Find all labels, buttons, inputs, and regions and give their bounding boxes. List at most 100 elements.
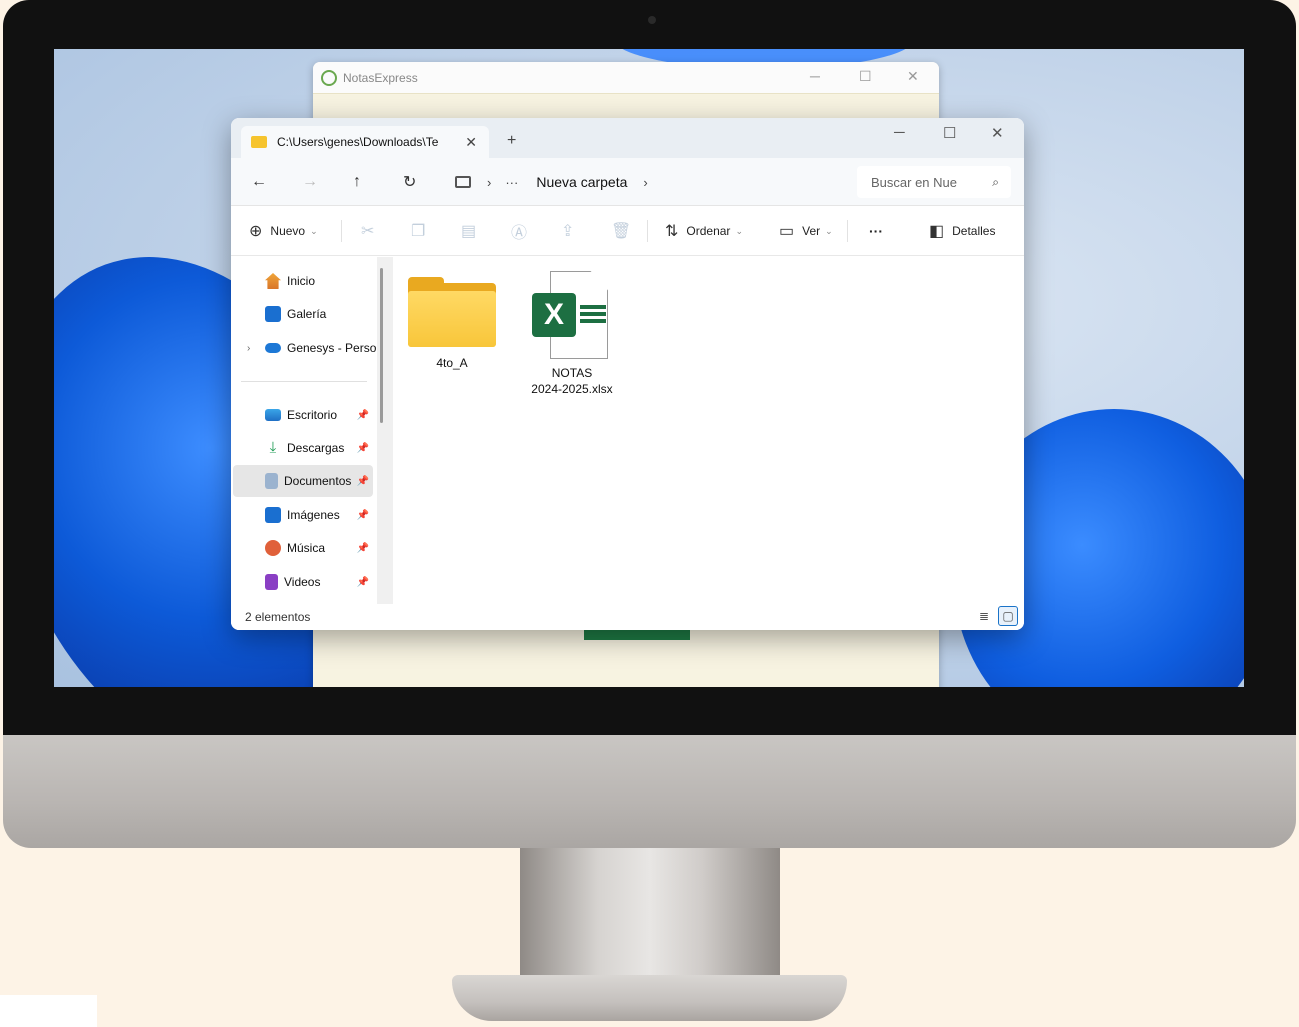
up-arrow-icon[interactable]: ↑ [353,173,361,191]
chevron-down-icon: ⌄ [310,225,318,236]
sidebar-item-label: Genesys - Persor [287,341,381,355]
details-label: Detalles [952,224,996,238]
pin-icon[interactable]: 📌 [357,476,369,487]
pin-icon[interactable]: 📌 [357,410,369,421]
downloads-icon: ⤓ [269,439,277,456]
close-icon[interactable]: ✕ [991,124,1004,142]
chevron-down-icon: ⌄ [825,225,833,236]
sidebar-item-videos[interactable]: Videos 📌 [233,566,373,598]
copy-icon: ❐ [411,223,426,240]
large-icons-view-icon[interactable]: ▢ [998,606,1018,626]
maximize-icon[interactable]: ☐ [859,68,872,85]
paste-button[interactable]: ▤ [461,206,484,256]
sort-button[interactable]: ⇅ Ordenar ⌄ [665,206,743,256]
desktop-screen: NotasExpress ─ ☐ ✕ C:\Users\genes\Downlo… [54,49,1244,687]
share-button[interactable]: ⇪ [561,206,582,256]
breadcrumb[interactable]: › ··· Nueva carpeta › [443,166,851,198]
explorer-tab[interactable]: C:\Users\genes\Downloads\Te ✕ [241,126,489,158]
sidebar-item-galeria[interactable]: Galería [233,298,373,330]
excel-file-item[interactable]: X NOTAS 2024-2025.xlsx [524,271,620,397]
pin-icon[interactable]: 📌 [357,577,369,588]
rename-icon: Ⓐ [511,225,528,242]
new-tab-button[interactable]: + [507,132,516,150]
sidebar-item-descargas[interactable]: ⤓ Descargas 📌 [233,432,373,464]
sidebar-scrollbar[interactable] [380,268,383,423]
details-button[interactable]: ◧ Detalles [929,206,995,256]
delete-button[interactable]: 🗑 [611,206,639,256]
sidebar-item-label: Galería [287,307,327,321]
chevron-right-icon[interactable]: › [643,175,647,190]
sidebar-item-onedrive[interactable]: › Genesys - Persor [233,332,383,364]
folder-icon [251,136,267,148]
cut-button[interactable]: ✂ [361,206,382,256]
sidebar-item-label: Escritorio [287,408,338,422]
documents-icon [265,473,278,489]
toolbar-divider [341,220,342,242]
close-tab-icon[interactable]: ✕ [465,134,477,151]
sidebar-item-musica[interactable]: Música 📌 [233,532,373,564]
sidebar-item-imagenes[interactable]: Imágenes 📌 [233,499,373,531]
view-button[interactable]: ▭ Ver ⌄ [779,206,833,256]
toolbar-divider [647,220,648,242]
monitor-stand-base [452,975,847,1021]
file-explorer-window: C:\Users\genes\Downloads\Te ✕ + ─ ☐ ✕ ← … [231,118,1024,630]
search-input[interactable]: Buscar en Nue ⌕ [857,166,1011,198]
new-button[interactable]: ⊕ Nuevo ⌄ [249,206,318,256]
toolbar-divider [847,220,848,242]
sidebar-item-documentos[interactable]: Documentos 📌 [233,465,373,497]
folder-item[interactable]: 4to_A [404,277,500,371]
rename-button[interactable]: Ⓐ [511,206,535,256]
sidebar-item-label: Descargas [287,441,345,455]
videos-icon [265,574,278,590]
sort-label: Ordenar [686,224,731,238]
chevron-right-icon[interactable]: › [247,343,250,354]
sidebar-item-label: Música [287,541,326,555]
navigation-pane: Inicio Galería › Genesys - Persor Escrit… [231,257,391,604]
folder-icon [408,277,496,349]
this-pc-icon [455,176,471,188]
corner-patch [0,995,97,1027]
file-name: 4to_A [436,356,468,370]
home-icon [265,273,281,289]
back-arrow-icon[interactable]: ← [251,173,267,191]
pin-icon[interactable]: 📌 [357,443,369,454]
file-list: 4to_A X NOTAS 2024-2025.xlsx [393,257,1024,604]
camera [648,16,656,24]
breadcrumb-overflow[interactable]: ··· [505,175,518,190]
search-placeholder: Buscar en Nue [871,174,957,190]
copy-button[interactable]: ❐ [411,206,433,256]
chevron-right-icon: › [487,174,492,190]
status-bar: 2 elementos ≣ ▢ [231,604,1024,630]
gallery-icon [265,306,281,322]
sidebar-divider [241,381,367,382]
more-options-button[interactable]: ··· [869,206,883,256]
item-count: 2 elementos [245,610,311,624]
pictures-icon [265,507,281,523]
monitor-stand [520,848,780,988]
new-label: Nuevo [270,224,306,238]
music-icon [265,540,281,556]
breadcrumb-current[interactable]: Nueva carpeta [536,174,627,190]
refresh-icon[interactable]: ↻ [403,172,416,192]
close-icon[interactable]: ✕ [907,68,919,85]
view-label: Ver [802,224,821,238]
sidebar-item-label: Documentos [284,474,352,488]
forward-arrow-icon[interactable]: → [302,173,318,191]
pin-icon[interactable]: 📌 [357,543,369,554]
share-icon: ⇪ [561,223,575,240]
pin-icon[interactable]: 📌 [357,510,369,521]
minimize-icon[interactable]: ─ [894,124,905,141]
details-view-icon[interactable]: ≣ [974,606,994,626]
notas-title: NotasExpress [343,70,418,85]
file-name-line: NOTAS [551,366,593,380]
sidebar-item-escritorio[interactable]: Escritorio 📌 [233,399,373,431]
maximize-icon[interactable]: ☐ [943,124,956,142]
details-pane-icon: ◧ [929,223,945,240]
sidebar-item-inicio[interactable]: Inicio [233,265,373,297]
navigation-bar: ← → ↑ ↻ › ··· Nueva carpeta › Buscar en … [231,158,1024,206]
monitor-chin [3,735,1296,848]
sidebar-item-label: Imágenes [287,508,340,522]
chevron-down-icon: ⌄ [735,225,743,236]
explorer-titlebar: C:\Users\genes\Downloads\Te ✕ + ─ ☐ ✕ [231,118,1024,158]
minimize-icon[interactable]: ─ [810,68,820,84]
